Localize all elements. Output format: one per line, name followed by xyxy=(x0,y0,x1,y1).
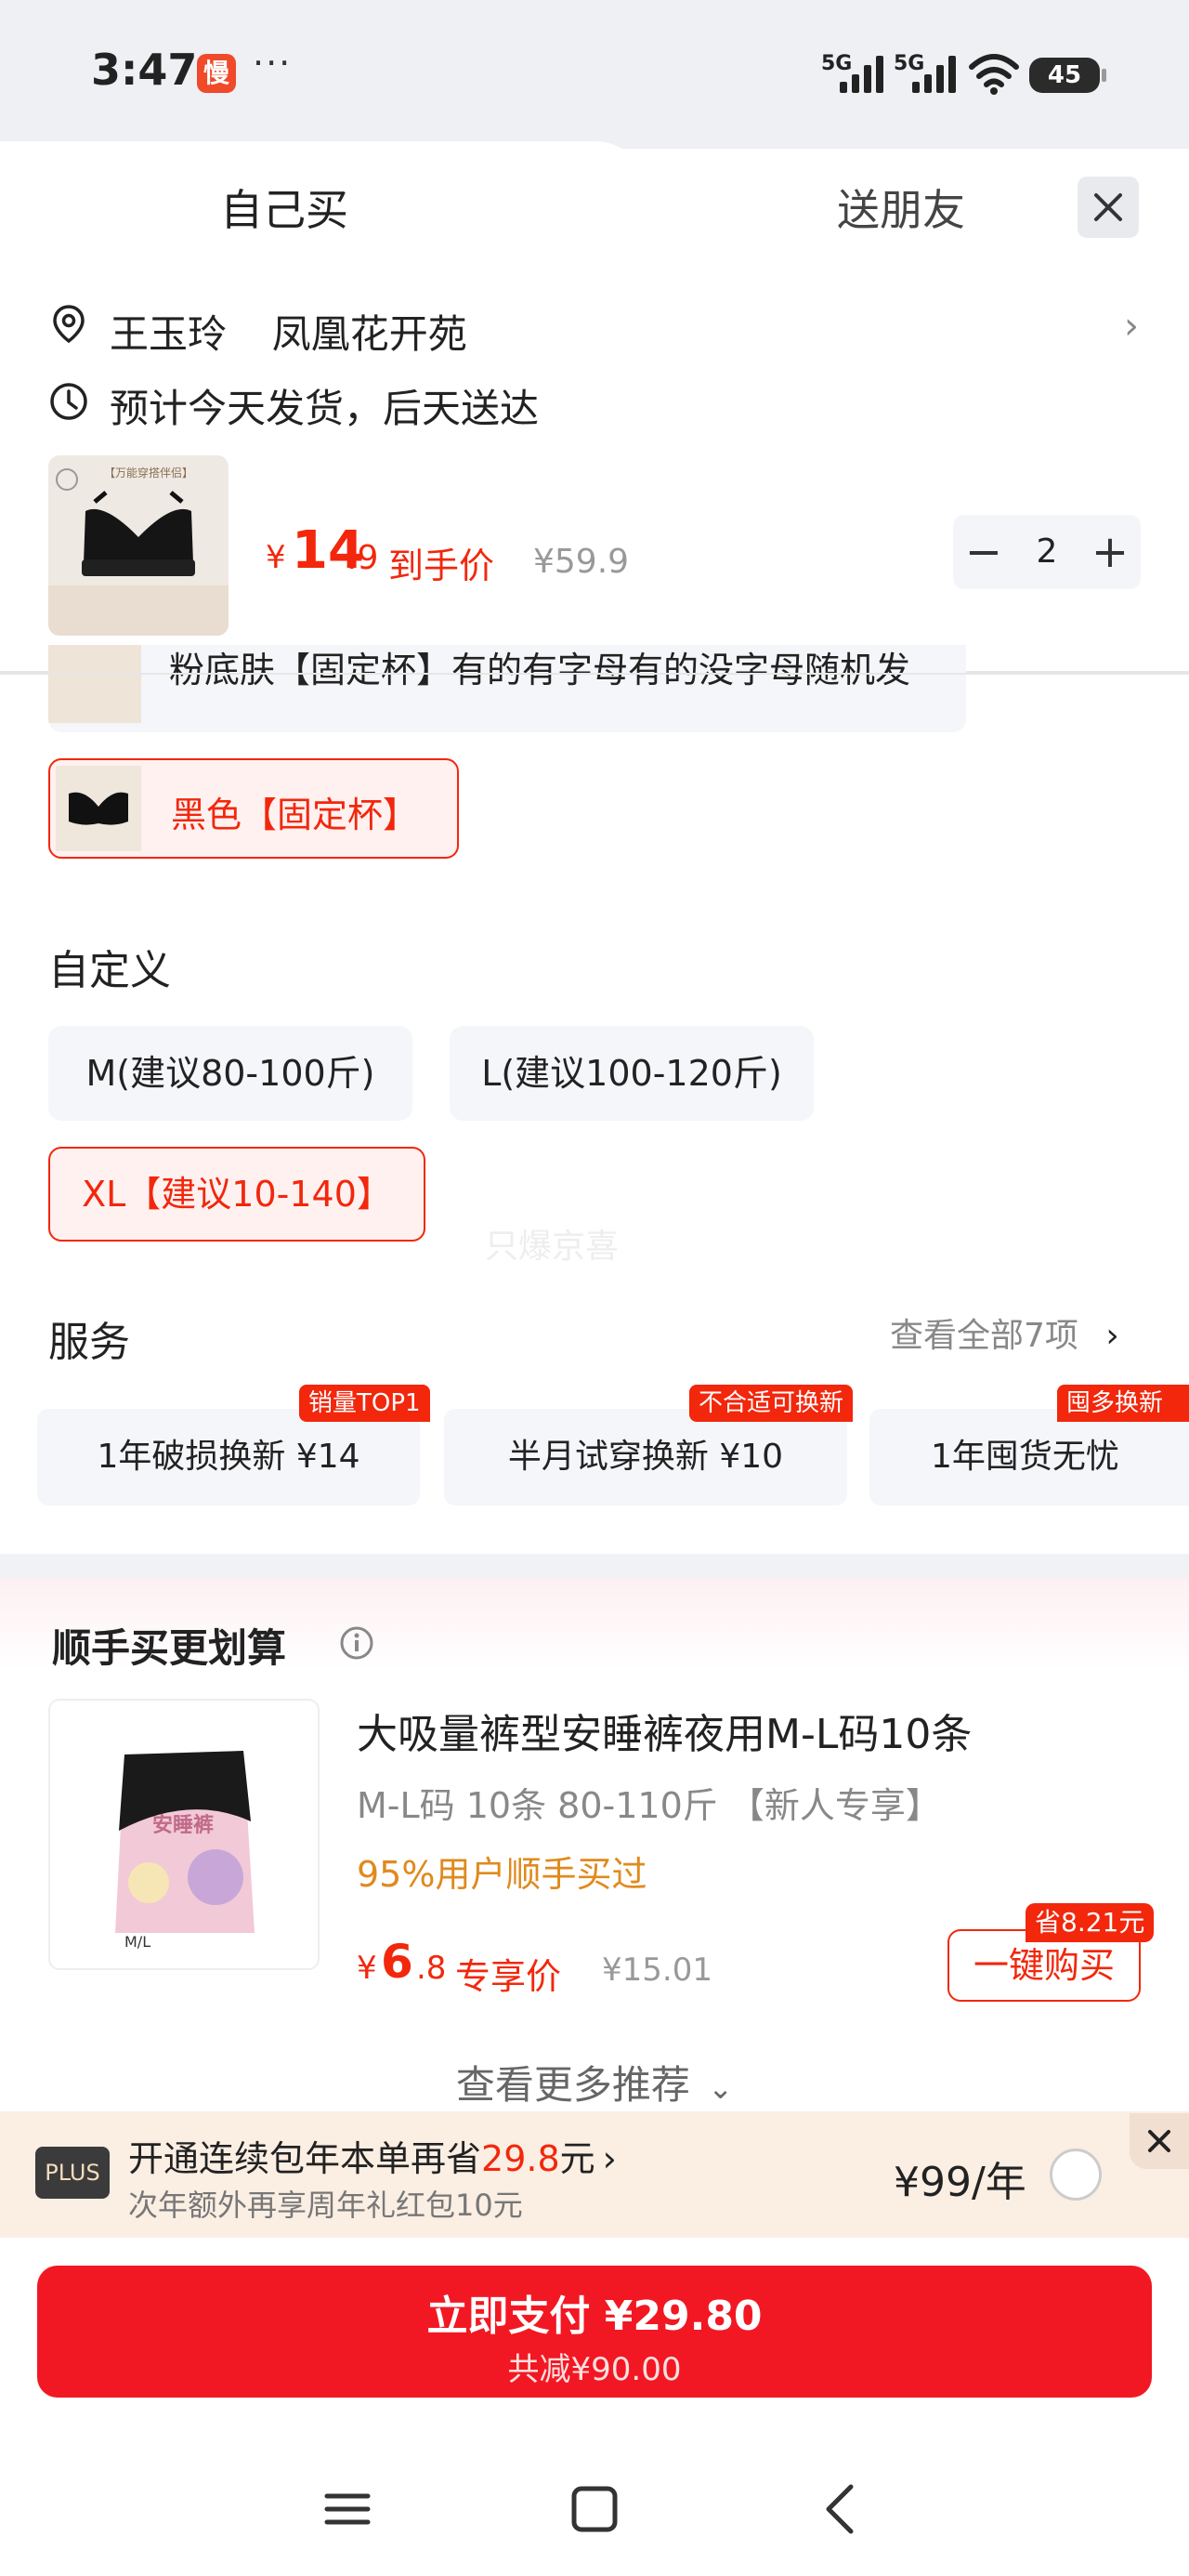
black-bra-illustration xyxy=(48,468,229,636)
address-place: 凤凰花开苑 xyxy=(271,311,467,357)
rec-original-price: ¥15.01 xyxy=(602,1952,712,1989)
rec-price-decimal: .8 xyxy=(416,1950,447,1987)
menu-icon[interactable] xyxy=(310,2472,385,2546)
view-all-label: 查看全部7项 xyxy=(890,1317,1078,1355)
original-price: ¥59.9 xyxy=(533,543,630,581)
price-currency: ¥ xyxy=(266,539,286,576)
quantity-value[interactable]: 2 xyxy=(1014,515,1079,589)
color-option-partial[interactable]: 粉底肤【固定杯】有的有字母有的没字母随机发 xyxy=(48,645,966,732)
wifi-icon xyxy=(969,54,1019,95)
chevron-down-icon: ⌄ xyxy=(708,2070,734,2106)
size-option-m[interactable]: M(建议80-100斤) xyxy=(48,1026,412,1121)
service-section-title: 服务 xyxy=(48,1319,130,1366)
view-more-recommendations[interactable]: 查看更多推荐 ⌄ xyxy=(0,2054,1189,2110)
pay-now-label: 立即支付 ¥29.80 xyxy=(426,2293,763,2340)
package-label: 安睡裤 xyxy=(152,1814,215,1837)
quantity-stepper: − 2 + xyxy=(953,515,1141,589)
service-option-1[interactable]: 1年破损换新 ¥14 xyxy=(37,1409,420,1505)
info-icon[interactable] xyxy=(338,1624,375,1662)
signal-bars-icon-2 xyxy=(912,54,960,93)
view-all-services-link[interactable]: 查看全部7项 › xyxy=(890,1308,1119,1357)
home-icon[interactable] xyxy=(557,2472,632,2546)
recommend-product-title[interactable]: 大吸量裤型安睡裤夜用M-L码10条 xyxy=(357,1701,972,1760)
plus-close-button[interactable] xyxy=(1130,2113,1189,2169)
back-icon[interactable] xyxy=(804,2472,879,2546)
section-gap xyxy=(0,1554,1189,1578)
close-icon xyxy=(1148,2130,1170,2152)
recommend-product-stat: 95%用户顺手买过 xyxy=(357,1854,647,1895)
recommend-section-title: 顺手买更划算 xyxy=(52,1625,287,1671)
recipient-name: 王玉玲 xyxy=(110,311,228,357)
tab-send-to-friend[interactable]: 送朋友 xyxy=(706,177,1096,238)
decrease-button[interactable]: − xyxy=(953,515,1014,589)
pay-now-button[interactable]: 立即支付 ¥29.80 共减¥90.00 xyxy=(37,2266,1152,2398)
clock-icon xyxy=(50,383,87,420)
package-size-label: M/L xyxy=(124,1933,151,1951)
more-notifications-icon: ··· xyxy=(253,43,293,84)
status-time: 3:47 xyxy=(91,45,198,95)
plus-select-radio[interactable] xyxy=(1050,2149,1102,2201)
color-option-label: 粉底肤【固定杯】有的有字母有的没字母随机发 xyxy=(169,650,911,690)
battery-icon: 45 xyxy=(1029,58,1106,93)
color-thumb-black xyxy=(56,766,141,851)
color-thumb-nude xyxy=(48,645,141,723)
plus-offer-line1: 开通连续包年本单再省29.8元 › xyxy=(128,2130,617,2181)
rec-price-integer: 6 xyxy=(381,1935,413,1989)
final-price-tag: 到手价 xyxy=(388,545,495,586)
plus-offer-line2: 次年额外再享周年礼红包10元 xyxy=(128,2188,523,2223)
rec-price-currency: ¥ xyxy=(357,1950,377,1987)
service-badge-2: 不合适可换新 xyxy=(689,1385,854,1422)
plus-offer-text: 开通连续包年本单再省 xyxy=(128,2138,482,2179)
service-badge-3: 囤多换新 xyxy=(1057,1385,1189,1422)
chevron-right-icon[interactable]: › xyxy=(1124,305,1139,348)
price-decimal: .9 xyxy=(346,539,379,577)
service-option-3[interactable]: 1年囤货无忧 xyxy=(869,1409,1189,1505)
color-option-label: 黑色【固定杯】 xyxy=(171,795,419,835)
chevron-right-icon: › xyxy=(602,2138,617,2179)
chevron-right-icon: › xyxy=(1105,1317,1119,1355)
custom-section-title: 自定义 xyxy=(48,947,171,994)
size-option-l[interactable]: L(建议100-120斤) xyxy=(450,1026,814,1121)
slow-app-badge: 慢 xyxy=(197,54,236,93)
recommend-product-image[interactable]: 安睡裤 M/L xyxy=(48,1699,320,1970)
signal-bars-icon-1 xyxy=(840,54,888,93)
watermark-text: 只爆京喜 xyxy=(485,1228,620,1266)
location-pin-icon xyxy=(53,305,85,344)
tab-buy-for-self[interactable]: 自己买 xyxy=(0,177,568,238)
address-row[interactable]: 王玉玲 凤凰花开苑 xyxy=(110,303,467,360)
plus-logo: PLUS xyxy=(35,2147,110,2199)
plus-price: ¥99/年 xyxy=(894,2159,1026,2206)
recommend-product-spec: M-L码 10条 80-110斤 【新人专享】 xyxy=(357,1785,941,1826)
plus-offer-amount: 29.8 xyxy=(481,2138,560,2179)
service-option-2[interactable]: 半月试穿换新 ¥10 xyxy=(444,1409,847,1505)
savings-badge: 省8.21元 xyxy=(1026,1903,1155,1942)
increase-button[interactable]: + xyxy=(1079,515,1141,589)
close-button[interactable] xyxy=(1078,177,1139,238)
shipping-estimate: 预计今天发货，后天送达 xyxy=(110,386,540,431)
plus-offer-unit: 元 xyxy=(559,2138,595,2179)
divider-line xyxy=(0,673,1189,675)
product-image: 【万能穿搭伴侣】 xyxy=(48,455,229,636)
view-more-label: 查看更多推荐 xyxy=(455,2062,690,2108)
service-badge-1: 销量TOP1 xyxy=(299,1385,430,1422)
close-icon xyxy=(1094,193,1122,221)
size-option-xl-selected[interactable]: XL【建议10-140】 xyxy=(48,1147,425,1242)
color-option-black-selected[interactable]: 黑色【固定杯】 xyxy=(48,758,459,859)
pay-discount-label: 共减¥90.00 xyxy=(507,2351,682,2388)
rec-price-tag: 专享价 xyxy=(455,1956,562,1997)
